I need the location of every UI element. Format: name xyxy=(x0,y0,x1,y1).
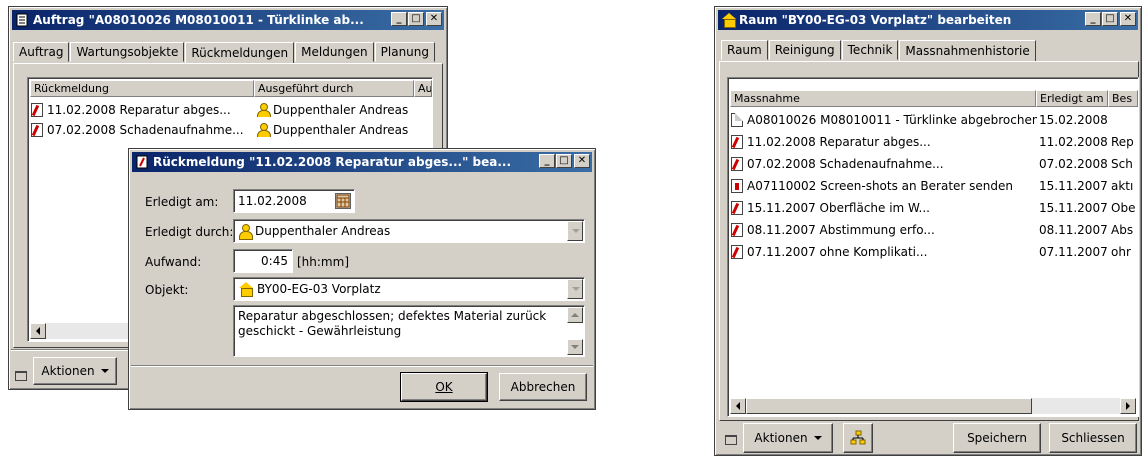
minimize-icon[interactable]: _ xyxy=(539,154,555,168)
feedback-doc-icon xyxy=(731,135,743,149)
maximize-icon[interactable]: □ xyxy=(408,12,424,26)
auftrag-title: Auftrag "A08010026 M08010011 - Türklinke… xyxy=(33,13,364,27)
order-doc-icon xyxy=(731,113,743,127)
erledigt-durch-label: Erledigt durch: xyxy=(145,225,234,239)
rueckmeldung-dialog: Rückmeldung "11.02.2008 Reparatur abges.… xyxy=(128,148,596,410)
feedback-doc-icon xyxy=(31,103,43,117)
task-doc-icon xyxy=(731,179,743,193)
aufwand-label: Aufwand: xyxy=(145,255,202,269)
objekt-select[interactable]: BY00-EG-03 Vorplatz xyxy=(233,277,585,301)
close-icon[interactable]: ✕ xyxy=(426,12,442,26)
tab-meldungen[interactable]: Meldungen xyxy=(295,42,374,62)
column-header-erledigt-am[interactable]: Erledigt am xyxy=(1036,90,1108,107)
raum-title: Raum "BY00-EG-03 Vorplatz" bearbeiten xyxy=(739,13,1012,27)
calendar-icon[interactable] xyxy=(335,193,351,209)
aktionen-button[interactable]: Aktionen xyxy=(743,423,833,453)
dialog-title: Rückmeldung "11.02.2008 Reparatur abges.… xyxy=(153,155,512,169)
room-icon xyxy=(721,13,736,28)
column-header-rueckmeldung[interactable]: Rückmeldung xyxy=(30,80,254,97)
tab-wartungsobjekte[interactable]: Wartungsobjekte xyxy=(70,42,185,62)
dialog-titlebar[interactable]: Rückmeldung "11.02.2008 Reparatur abges.… xyxy=(132,152,592,172)
erledigt-durch-select[interactable]: Duppenthaler Andreas xyxy=(233,219,585,243)
chevron-down-icon[interactable] xyxy=(813,436,822,440)
feedback-doc-icon xyxy=(731,223,743,237)
horizontal-scrollbar[interactable] xyxy=(730,398,1136,414)
list-item[interactable]: A08010026 M08010011 - Türklinke abgebroc… xyxy=(731,110,1138,130)
column-header-massnahme[interactable]: Massnahme xyxy=(730,90,1036,107)
dialog-separator xyxy=(131,365,593,367)
close-icon[interactable]: ✕ xyxy=(574,154,590,168)
column-header-au[interactable]: Au xyxy=(414,80,432,97)
list-item[interactable]: 08.11.2007 Abstimmung erfo... 08.11.2007… xyxy=(731,220,1138,240)
aufwand-unit: [hh:mm] xyxy=(297,255,349,269)
speichern-button[interactable]: Speichern xyxy=(953,423,1041,453)
list-item[interactable]: 07.02.2008 Schadenaufnahme... Duppenthal… xyxy=(31,120,431,140)
column-header-ausgefuehrt[interactable]: Ausgeführt durch xyxy=(254,80,414,97)
tab-reinigung[interactable]: Reinigung xyxy=(768,40,841,60)
book-icon xyxy=(15,371,27,381)
objekt-label: Objekt: xyxy=(145,283,189,297)
tab-raum[interactable]: Raum xyxy=(721,40,768,60)
close-icon[interactable]: ✕ xyxy=(1120,12,1136,26)
scroll-left-icon[interactable] xyxy=(730,398,746,414)
book-icon xyxy=(725,435,737,445)
chevron-down-icon[interactable] xyxy=(567,279,583,299)
feedback-doc-icon xyxy=(31,123,43,137)
list-item[interactable]: 07.11.2007 ohne Komplikati... 07.11.2007… xyxy=(731,242,1138,262)
feedback-doc-icon xyxy=(731,245,743,259)
person-icon xyxy=(256,103,271,118)
list-item[interactable]: A07110002 Screen-shots an Berater senden… xyxy=(731,176,1138,196)
aufwand-field[interactable]: 0:45 xyxy=(233,249,293,273)
scroll-right-icon[interactable] xyxy=(1120,398,1136,414)
person-icon xyxy=(238,224,253,240)
feedback-doc-icon xyxy=(135,155,149,169)
chevron-down-icon xyxy=(100,369,109,373)
minimize-icon[interactable]: _ xyxy=(1085,12,1101,26)
tab-technik[interactable]: Technik xyxy=(841,40,899,60)
maximize-icon[interactable]: □ xyxy=(556,154,572,168)
person-icon xyxy=(256,123,271,138)
raum-window: Raum "BY00-EG-03 Vorplatz" bearbeiten _ … xyxy=(714,6,1142,456)
erledigt-am-label: Erledigt am: xyxy=(145,195,219,209)
raum-titlebar[interactable]: Raum "BY00-EG-03 Vorplatz" bearbeiten _ … xyxy=(718,10,1138,30)
tab-rueckmeldungen[interactable]: Rückmeldungen xyxy=(185,42,295,63)
aktionen-button[interactable]: Aktionen xyxy=(33,357,117,385)
scroll-left-icon[interactable] xyxy=(30,323,46,339)
scroll-up-icon[interactable] xyxy=(567,307,583,323)
feedback-doc-icon xyxy=(731,157,743,171)
schliessen-button[interactable]: Schliessen xyxy=(1049,423,1137,453)
chevron-down-icon[interactable] xyxy=(567,221,583,241)
room-icon xyxy=(238,282,254,297)
maximize-icon[interactable]: □ xyxy=(1102,12,1118,26)
tab-massnahmenhistorie[interactable]: Massnahmenhistorie xyxy=(899,40,1036,61)
tab-auftrag[interactable]: Auftrag xyxy=(13,42,70,62)
description-textarea[interactable]: Reparatur abgeschlossen; defektes Materi… xyxy=(233,305,585,357)
auftrag-titlebar[interactable]: Auftrag "A08010026 M08010011 - Türklinke… xyxy=(12,10,444,30)
scrollbar-thumb[interactable] xyxy=(746,398,1032,414)
ok-button[interactable]: OK xyxy=(400,372,488,402)
structure-button[interactable] xyxy=(843,423,873,453)
massnahmen-list[interactable]: Massnahme Erledigt am Bes A08010026 M080… xyxy=(727,77,1139,417)
list-item[interactable]: 11.02.2008 Reparatur abges... Duppenthal… xyxy=(31,100,431,120)
cancel-button[interactable]: Abbrechen xyxy=(499,373,587,401)
tab-planung[interactable]: Planung xyxy=(374,42,435,62)
list-item[interactable]: 11.02.2008 Reparatur abges... 11.02.2008… xyxy=(731,132,1138,152)
column-header-bes[interactable]: Bes xyxy=(1108,90,1138,107)
structure-icon xyxy=(850,430,866,445)
list-item[interactable]: 15.11.2007 Oberfläche im W... 15.11.2007… xyxy=(731,198,1138,218)
scroll-down-icon[interactable] xyxy=(567,339,583,355)
minimize-icon[interactable]: _ xyxy=(391,12,407,26)
document-icon xyxy=(15,13,29,27)
list-item[interactable]: 07.02.2008 Schadenaufnahme... 07.02.2008… xyxy=(731,154,1138,174)
feedback-doc-icon xyxy=(731,201,743,215)
